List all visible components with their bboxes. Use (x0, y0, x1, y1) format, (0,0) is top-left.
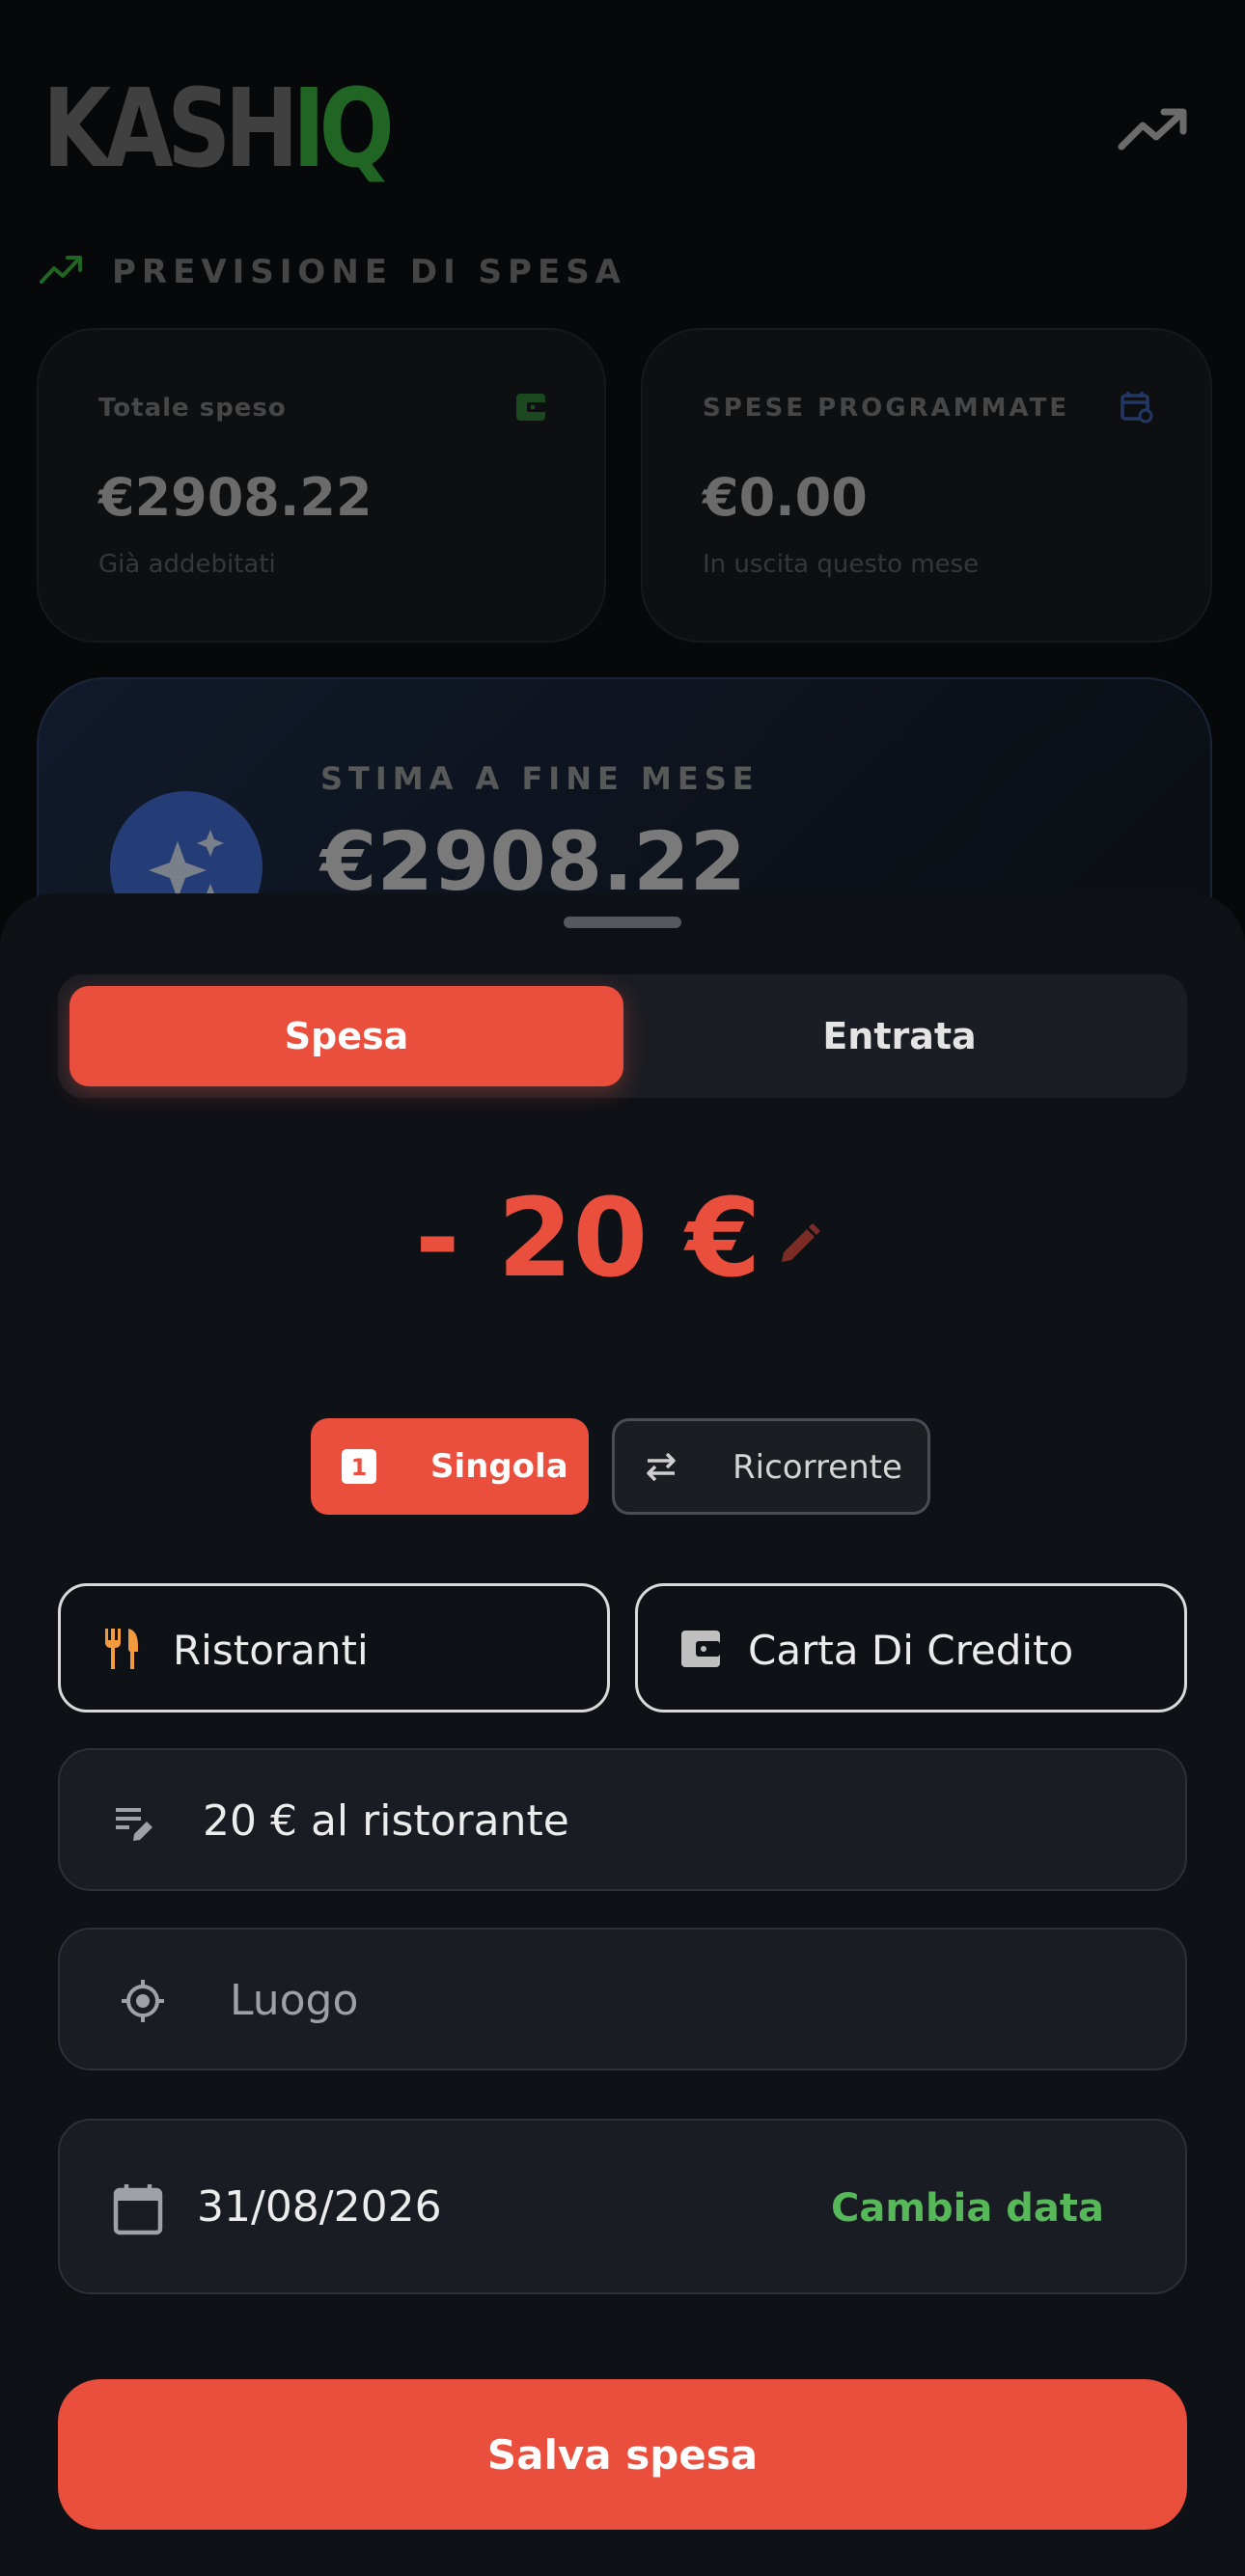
total-spent-card: Totale speso €2908.22 Già addebitati (37, 328, 606, 643)
category-selector[interactable]: Ristoranti (58, 1583, 610, 1713)
calendar-icon (113, 2184, 163, 2235)
card-subtitle: Già addebitati (98, 550, 276, 579)
trending-up-icon[interactable] (1118, 106, 1189, 152)
fork-knife-icon (105, 1629, 138, 1669)
card-label: Totale speso (98, 394, 287, 423)
wallet-icon (516, 394, 545, 421)
date-field[interactable]: 31/08/2026 Cambia data (58, 2119, 1187, 2294)
payment-method-selector[interactable]: Carta Di Credito (635, 1583, 1187, 1713)
card-value: €2908.22 (98, 467, 373, 528)
number-one-icon: 1 (342, 1449, 376, 1484)
scheduled-expenses-card: SPESE PROGRAMMATE €0.00 In uscita questo… (641, 328, 1212, 643)
save-expense-button[interactable]: Salva spesa (58, 2379, 1187, 2530)
description-field[interactable]: 20 € al ristorante (58, 1748, 1187, 1891)
tab-income[interactable]: Entrata (623, 986, 1176, 1086)
category-label: Ristoranti (173, 1627, 369, 1674)
background-screen: KASHIQ PREVISIONE DI SPESA Totale speso … (0, 0, 1245, 1067)
transaction-type-toggle: Spesa Entrata (58, 974, 1187, 1098)
card-subtitle: In uscita questo mese (703, 550, 980, 579)
location-placeholder: Luogo (230, 1976, 359, 2025)
app-logo: KASHIQ (42, 67, 395, 192)
section-title: PREVISIONE DI SPESA (112, 253, 626, 291)
recurring-type-label: Ricorrente (733, 1448, 902, 1487)
svg-text:1: 1 (351, 1454, 368, 1481)
wallet-icon (681, 1631, 720, 1667)
payment-method-label: Carta Di Credito (748, 1627, 1074, 1674)
recurring-type-button[interactable]: Ricorrente (612, 1418, 930, 1515)
edit-note-icon (116, 1808, 152, 1841)
location-field[interactable]: Luogo (58, 1928, 1187, 2070)
description-value: 20 € al ristorante (203, 1796, 569, 1846)
single-type-label: Singola (430, 1447, 568, 1486)
card-value: €0.00 (703, 467, 868, 528)
tab-expense[interactable]: Spesa (69, 986, 623, 1086)
trending-up-icon (40, 256, 82, 284)
calendar-sync-icon (1120, 392, 1153, 424)
single-type-button[interactable]: 1 Singola (311, 1418, 589, 1515)
sheet-drag-handle[interactable] (564, 917, 681, 928)
amount-display: - 20 € (0, 1181, 1245, 1297)
date-value: 31/08/2026 (197, 2182, 442, 2232)
estimate-label: STIMA A FINE MESE (320, 760, 760, 797)
amount-value[interactable]: - 20 € (415, 1181, 761, 1297)
repeat-icon (647, 1452, 676, 1482)
location-target-icon (122, 1980, 164, 2022)
card-label: SPESE PROGRAMMATE (703, 394, 1070, 423)
change-date-link[interactable]: Cambia data (831, 2186, 1104, 2231)
add-transaction-sheet: Spesa Entrata - 20 € 1 Singola Ricorrent… (0, 893, 1245, 2576)
pencil-icon[interactable] (772, 1219, 824, 1272)
